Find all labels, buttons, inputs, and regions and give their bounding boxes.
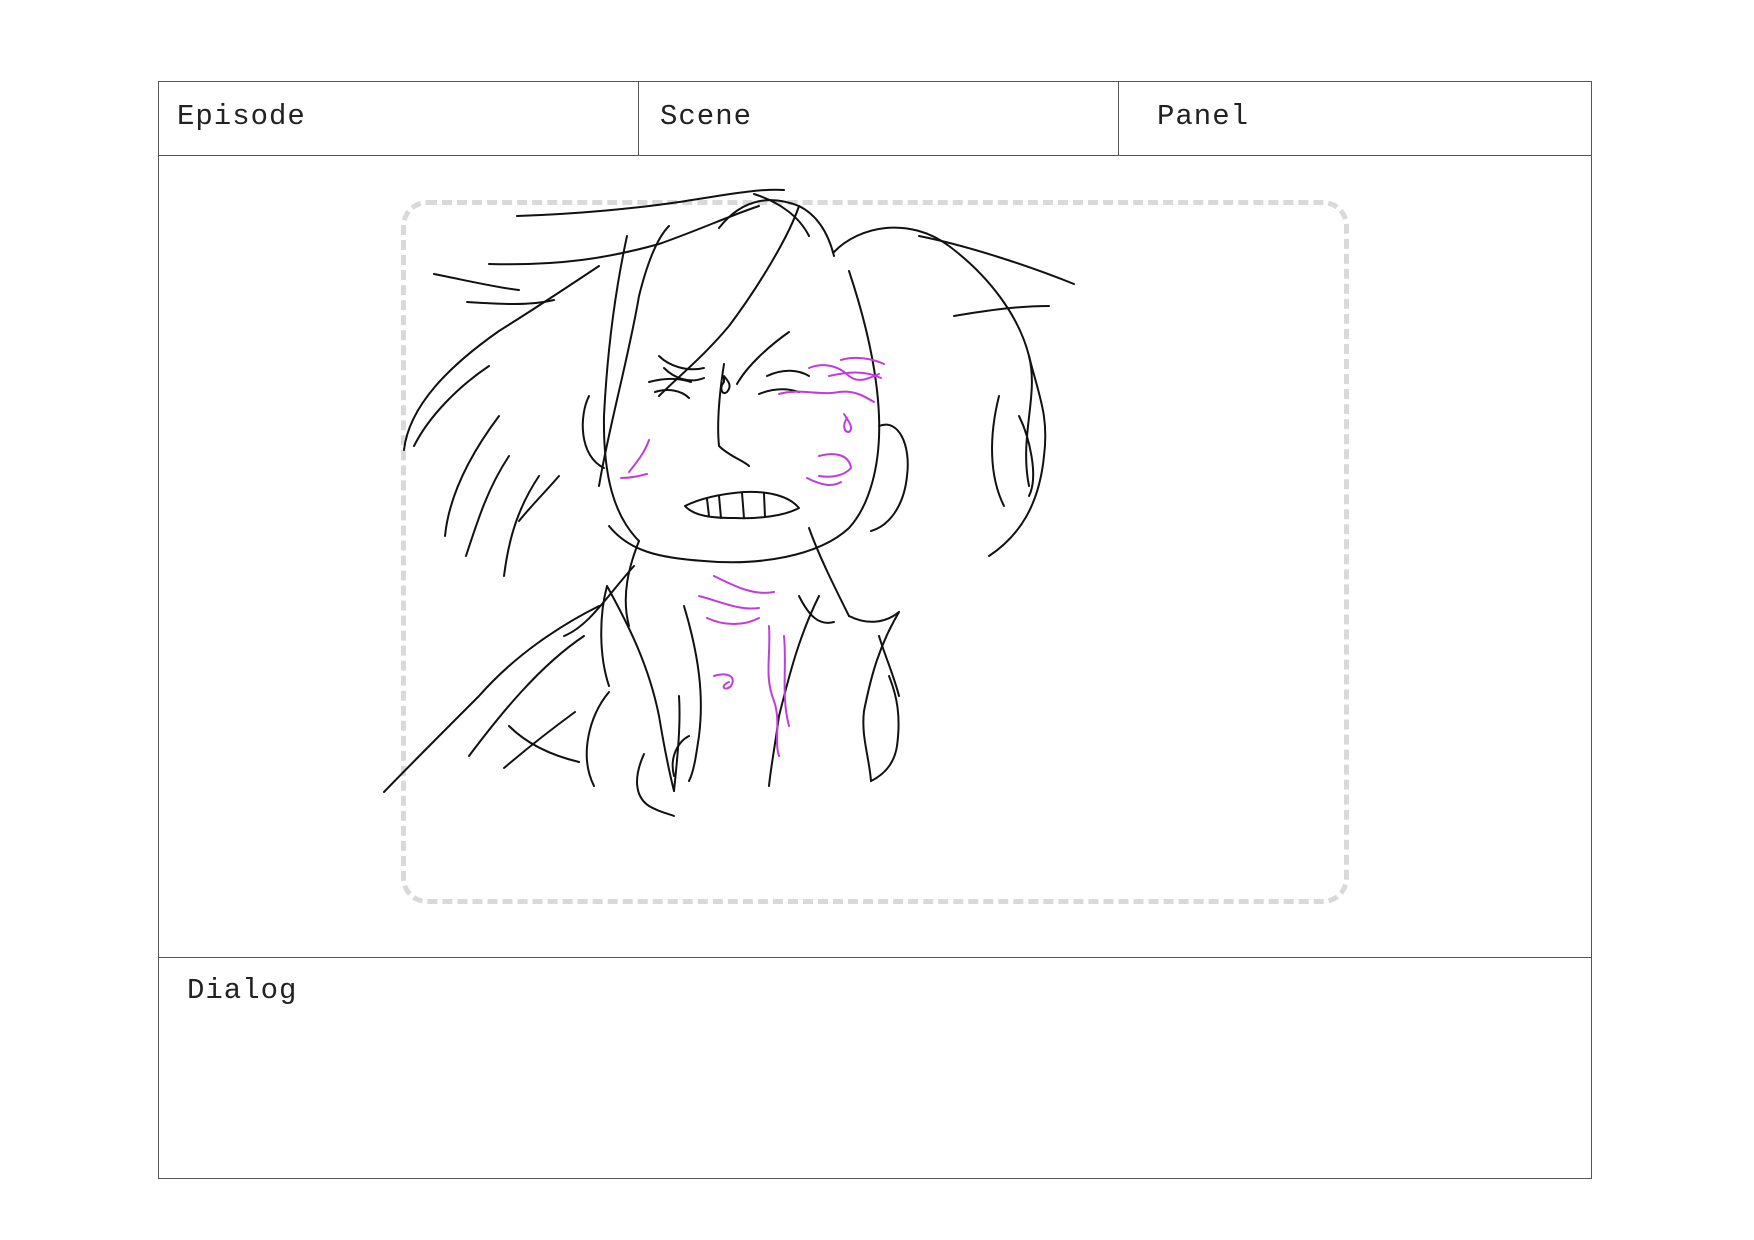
storyboard-panel-sheet: Episode Scene Panel Dialog: [158, 81, 1592, 1179]
scene-label: Scene: [660, 100, 753, 133]
scene-cell: Scene: [639, 82, 1119, 156]
sketch-annotation-marks: [620, 356, 885, 757]
drawing-frame-area: [159, 156, 1591, 958]
sketch-linework: [383, 188, 1075, 817]
character-sketch: [383, 188, 1075, 817]
dialog-area: Dialog: [159, 958, 1591, 1178]
header-row: Episode Scene Panel: [159, 82, 1591, 156]
panel-cell: Panel: [1119, 82, 1591, 156]
dialog-label: Dialog: [187, 974, 298, 1007]
episode-cell: Episode: [159, 82, 639, 156]
episode-label: Episode: [177, 100, 306, 133]
panel-label: Panel: [1157, 100, 1250, 133]
